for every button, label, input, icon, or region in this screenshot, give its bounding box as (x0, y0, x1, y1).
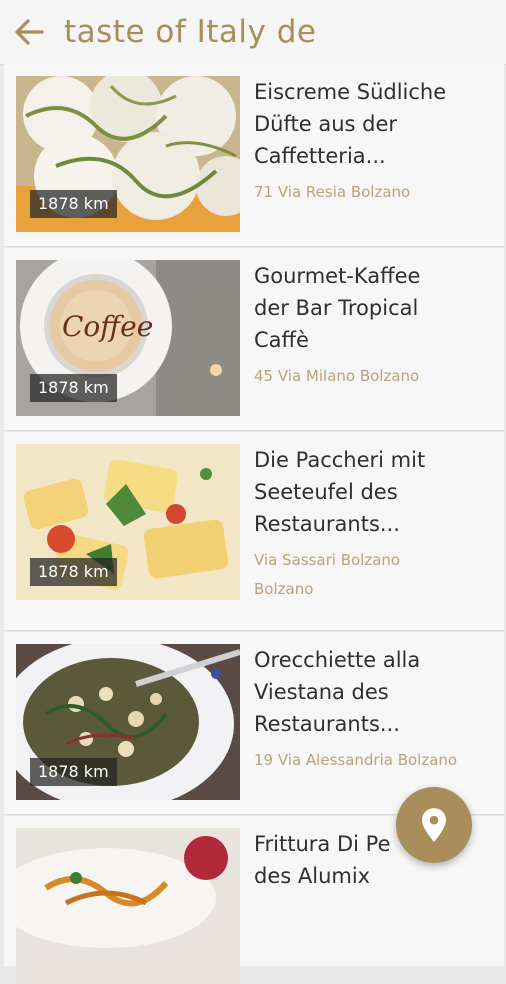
coffee-cup-photo: Coffee 1878 km (16, 260, 240, 416)
page-title: taste of Italy de (64, 14, 317, 50)
item-title: Orecchiette alla Viestana des Restaurant… (254, 648, 421, 736)
fried-food-photo (16, 828, 240, 984)
item-title: Gourmet-Kaffee der Bar Tropical Caffè (254, 264, 421, 352)
back-button[interactable] (12, 15, 46, 49)
map-button[interactable] (396, 787, 472, 863)
item-address: 71 Via Resia Bolzano (254, 183, 411, 201)
list-item[interactable]: 1878 km Eiscreme Südliche Düfte aus der … (4, 64, 504, 247)
item-address: 45 Via Milano Bolzano (254, 367, 420, 385)
list-item[interactable]: 1878 km Die Paccheri mit Seeteufel des R… (4, 432, 504, 631)
distance-badge: 1878 km (30, 758, 117, 786)
ice-cream-photo: 1878 km (16, 76, 240, 232)
item-address: Via Sassari Bolzano Bolzano (254, 551, 401, 598)
paccheri-pasta-photo: 1878 km (16, 444, 240, 600)
distance-badge: 1878 km (30, 190, 117, 218)
distance-badge: 1878 km (30, 374, 117, 402)
item-title: Die Paccheri mit Seeteufel des Restauran… (254, 448, 426, 536)
orecchiette-photo: 1878 km (16, 644, 240, 800)
distance-badge: 1878 km (30, 558, 117, 586)
arrow-left-icon (15, 19, 44, 45)
app-bar: taste of Italy de (0, 0, 506, 65)
item-address: 19 Via Alessandria Bolzano (254, 751, 458, 769)
svg-text:Coffee: Coffee (62, 310, 153, 343)
item-title: Eiscreme Südliche Düfte aus der Caffette… (254, 80, 447, 168)
list-item[interactable]: Coffee 1878 km Gourmet-Kaffee der Bar Tr… (4, 248, 504, 431)
map-pin-icon (422, 808, 446, 842)
